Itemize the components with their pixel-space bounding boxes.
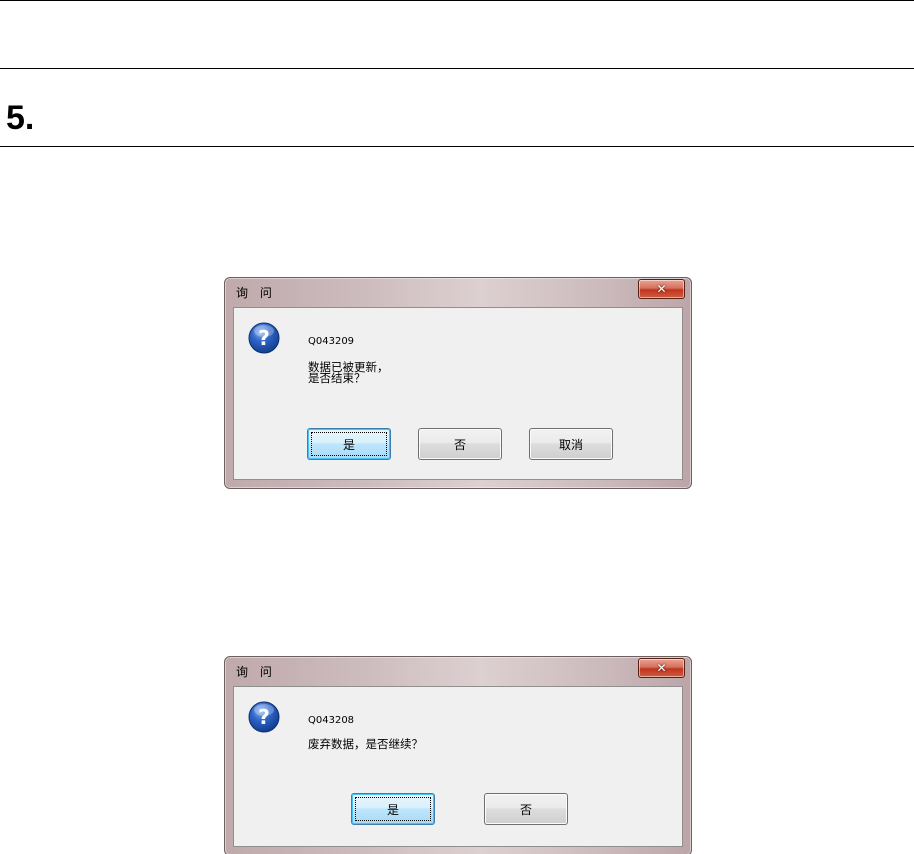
close-button[interactable]: ✕ [638, 279, 685, 299]
yes-button[interactable]: 是 [307, 428, 391, 460]
close-icon: ✕ [656, 282, 667, 296]
message-code: Q043209 [308, 336, 355, 347]
document-page: 5. 询 问 ✕ ? Q043209 数据已被更新， 是否结束？ 是 否 取消 … [0, 0, 914, 854]
dialog-title: 询 问 [236, 665, 276, 679]
close-icon: ✕ [656, 661, 667, 675]
divider-bottom [0, 146, 914, 147]
yes-button[interactable]: 是 [351, 793, 435, 825]
section-number: 5. [6, 99, 35, 137]
dialog-body: ? Q043208 废弃数据，是否继续？ 是 否 [233, 686, 683, 847]
no-button[interactable]: 否 [484, 793, 568, 825]
dialog-title: 询 问 [236, 286, 276, 300]
confirm-dialog-q043209: 询 问 ✕ ? Q043209 数据已被更新， 是否结束？ 是 否 取消 [224, 277, 692, 489]
confirm-dialog-q043208: 询 问 ✕ ? Q043208 废弃数据，是否继续？ 是 否 [224, 656, 692, 854]
title-bar[interactable]: 询 问 ✕ [225, 657, 691, 685]
divider-middle [0, 68, 914, 69]
svg-text:?: ? [258, 705, 270, 729]
question-icon: ? [248, 322, 280, 354]
close-button[interactable]: ✕ [638, 658, 685, 678]
title-bar[interactable]: 询 问 ✕ [225, 278, 691, 306]
message-line-2: 是否结束？ [308, 371, 366, 385]
message-line-1: 废弃数据，是否继续？ [308, 737, 423, 751]
question-icon: ? [248, 701, 280, 733]
no-button[interactable]: 否 [418, 428, 502, 460]
divider-top [0, 0, 914, 1]
svg-text:?: ? [258, 326, 270, 350]
message-code: Q043208 [308, 715, 355, 726]
dialog-body: ? Q043209 数据已被更新， 是否结束？ 是 否 取消 [233, 307, 683, 480]
cancel-button[interactable]: 取消 [529, 428, 613, 460]
